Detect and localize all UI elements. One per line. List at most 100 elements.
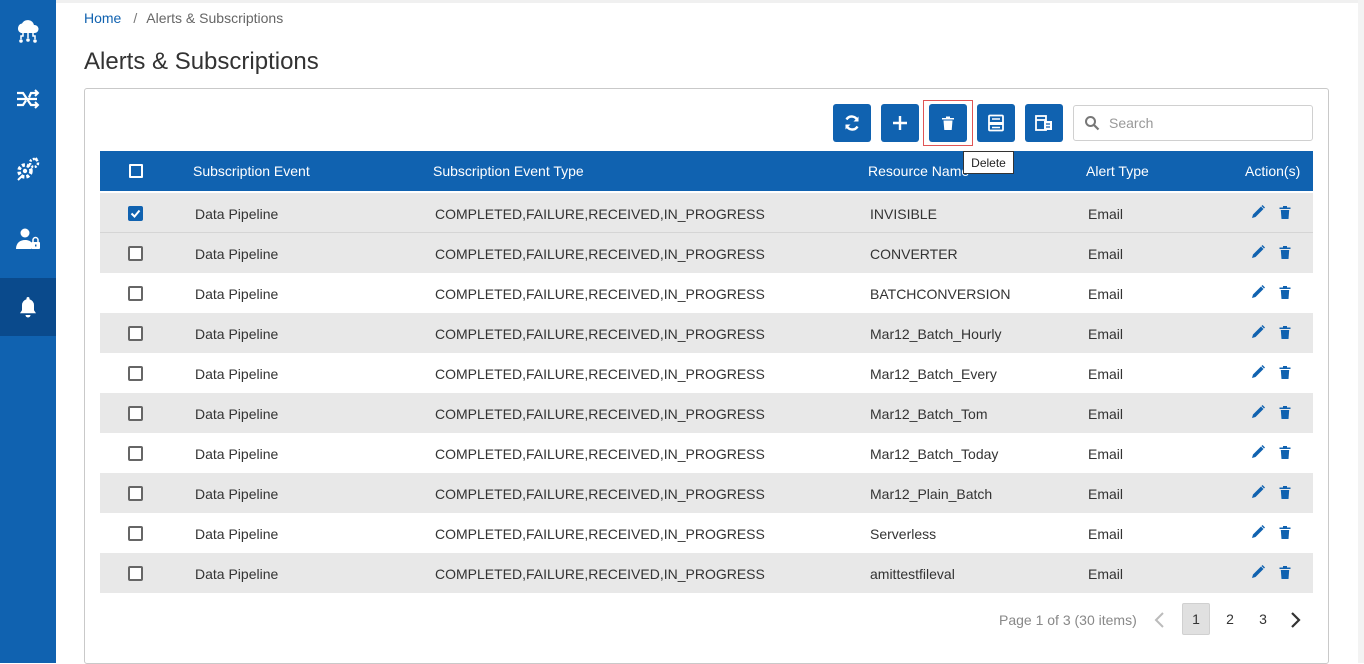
cell-event-type: COMPLETED,FAILURE,RECEIVED,IN_PROGRESS [435, 566, 765, 582]
sidebar-item-pipelines[interactable] [0, 70, 56, 128]
row-delete-button[interactable] [1277, 564, 1293, 580]
edit-button[interactable] [1250, 324, 1266, 340]
edit-button[interactable] [1250, 444, 1266, 460]
select-all-checkbox[interactable] [129, 164, 143, 178]
cell-event: Data Pipeline [195, 326, 279, 342]
edit-icon [1252, 565, 1265, 578]
table-row[interactable]: Data Pipeline COMPLETED,FAILURE,RECEIVED,… [100, 233, 1313, 273]
column-header-event-type[interactable]: Subscription Event Type [433, 163, 584, 179]
edit-button[interactable] [1250, 524, 1266, 540]
table-row[interactable]: Data Pipeline COMPLETED,FAILURE,RECEIVED,… [100, 513, 1313, 553]
row-checkbox[interactable] [128, 206, 143, 221]
settings-gears-icon [17, 157, 40, 181]
cell-resource: amittestfileval [870, 566, 955, 582]
cell-event: Data Pipeline [195, 526, 279, 542]
edit-button[interactable] [1250, 484, 1266, 500]
cloud-network-icon [17, 20, 39, 43]
row-checkbox[interactable] [128, 286, 143, 301]
table-row[interactable]: Data Pipeline COMPLETED,FAILURE,RECEIVED,… [100, 193, 1313, 233]
column-header-alert-type[interactable]: Alert Type [1086, 163, 1149, 179]
row-delete-button[interactable] [1277, 444, 1293, 460]
row-checkbox[interactable] [128, 486, 143, 501]
table-row[interactable]: Data Pipeline COMPLETED,FAILURE,RECEIVED,… [100, 273, 1313, 313]
sidebar-item-users[interactable] [0, 210, 56, 268]
page-scrollbar[interactable] [1358, 0, 1364, 663]
delete-tooltip: Delete [963, 151, 1014, 174]
cell-resource: Mar12_Batch_Every [870, 366, 997, 382]
row-checkbox[interactable] [128, 326, 143, 341]
cell-alert-type: Email [1088, 366, 1124, 382]
table-row[interactable]: Data Pipeline COMPLETED,FAILURE,RECEIVED,… [100, 353, 1313, 393]
sidebar-item-alerts[interactable] [0, 278, 56, 336]
cell-alert-type: Email [1088, 406, 1124, 422]
page-button-1[interactable]: 1 [1182, 603, 1210, 635]
cell-alert-type: Email [1088, 486, 1124, 502]
edit-button[interactable] [1250, 284, 1266, 300]
row-checkbox[interactable] [128, 446, 143, 461]
edit-icon [1252, 525, 1265, 538]
cell-alert-type: Email [1088, 446, 1124, 462]
table-row[interactable]: Data Pipeline COMPLETED,FAILURE,RECEIVED,… [100, 313, 1313, 353]
pager-info: Page 1 of 3 (30 items) [999, 612, 1137, 628]
row-checkbox[interactable] [128, 566, 143, 581]
page-button-3[interactable]: 3 [1249, 603, 1277, 635]
row-delete-button[interactable] [1277, 324, 1293, 340]
row-delete-button[interactable] [1277, 484, 1293, 500]
chevron-left-icon[interactable] [1150, 610, 1170, 630]
edit-button[interactable] [1250, 244, 1266, 260]
table-row[interactable]: Data Pipeline COMPLETED,FAILURE,RECEIVED,… [100, 433, 1313, 473]
row-delete-button[interactable] [1277, 244, 1293, 260]
cell-event: Data Pipeline [195, 246, 279, 262]
row-delete-button[interactable] [1277, 204, 1293, 220]
cell-event-type: COMPLETED,FAILURE,RECEIVED,IN_PROGRESS [435, 206, 765, 222]
page-button-2[interactable]: 2 [1216, 603, 1244, 635]
column-chooser-button[interactable] [1025, 104, 1063, 142]
cell-event: Data Pipeline [195, 446, 279, 462]
row-checkbox[interactable] [128, 406, 143, 421]
cell-event-type: COMPLETED,FAILURE,RECEIVED,IN_PROGRESS [435, 526, 765, 542]
cell-alert-type: Email [1088, 526, 1124, 542]
edit-button[interactable] [1250, 204, 1266, 220]
cell-resource: Mar12_Batch_Today [870, 446, 999, 462]
column-header-event[interactable]: Subscription Event [193, 163, 310, 179]
edit-button[interactable] [1250, 364, 1266, 380]
row-checkbox[interactable] [128, 246, 143, 261]
refresh-icon [845, 115, 859, 131]
row-checkbox[interactable] [128, 526, 143, 541]
edit-icon [1252, 285, 1265, 298]
table-row[interactable]: Data Pipeline COMPLETED,FAILURE,RECEIVED,… [100, 473, 1313, 513]
cell-event-type: COMPLETED,FAILURE,RECEIVED,IN_PROGRESS [435, 246, 765, 262]
chevron-right-icon[interactable] [1285, 610, 1305, 630]
cell-alert-type: Email [1088, 286, 1124, 302]
cell-alert-type: Email [1088, 246, 1124, 262]
edit-icon [1252, 365, 1265, 378]
sidebar [0, 0, 56, 663]
breadcrumb-home-link[interactable]: Home [84, 10, 121, 26]
export-xlsx-button[interactable] [977, 104, 1015, 142]
search-input[interactable] [1109, 115, 1299, 131]
breadcrumb-separator: / [133, 10, 138, 26]
row-delete-button[interactable] [1277, 404, 1293, 420]
cell-event-type: COMPLETED,FAILURE,RECEIVED,IN_PROGRESS [435, 406, 765, 422]
edit-button[interactable] [1250, 564, 1266, 580]
sidebar-item-settings[interactable] [0, 140, 56, 198]
row-delete-button[interactable] [1277, 364, 1293, 380]
trash-icon [1279, 326, 1291, 339]
cell-resource: Mar12_Batch_Tom [870, 406, 988, 422]
row-delete-button[interactable] [1277, 524, 1293, 540]
edit-icon [1252, 405, 1265, 418]
sidebar-item-cloud[interactable] [0, 3, 56, 61]
table-row[interactable]: Data Pipeline COMPLETED,FAILURE,RECEIVED,… [100, 553, 1313, 593]
cell-resource: Serverless [870, 526, 937, 542]
trash-icon [1279, 406, 1291, 419]
table-row[interactable]: Data Pipeline COMPLETED,FAILURE,RECEIVED,… [100, 393, 1313, 433]
cell-event-type: COMPLETED,FAILURE,RECEIVED,IN_PROGRESS [435, 286, 765, 302]
edit-button[interactable] [1250, 404, 1266, 420]
column-header-resource[interactable]: Resource Name [868, 163, 969, 179]
row-delete-button[interactable] [1277, 284, 1293, 300]
breadcrumb: Home / Alerts & Subscriptions [84, 10, 283, 26]
refresh-button[interactable] [833, 104, 871, 142]
cell-resource: BATCHCONVERSION [870, 286, 1011, 302]
row-checkbox[interactable] [128, 366, 143, 381]
add-button[interactable] [881, 104, 919, 142]
